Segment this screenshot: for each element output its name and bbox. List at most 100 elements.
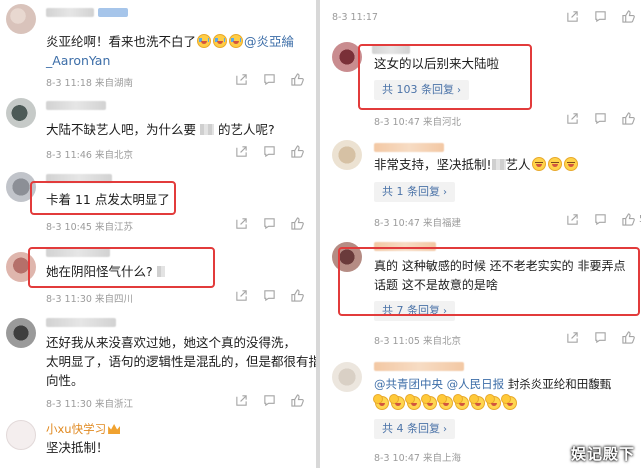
action-bar	[566, 112, 635, 125]
right-comment-panel: 8-3 11:17 这女的以后别来大陆啦 共 103 条回复 › 8-3 10:4…	[320, 0, 641, 468]
view-replies-button[interactable]: 共 4 条回复 ›	[374, 419, 455, 439]
laughing-emoji-icon	[563, 157, 578, 171]
wave-emoji-icon	[373, 394, 389, 410]
like-icon[interactable]	[622, 10, 635, 23]
avatar[interactable]	[6, 318, 36, 348]
crying-emoji-icon	[197, 34, 212, 48]
comment-meta: 8-3 10:45 来自江苏	[46, 222, 133, 233]
share-icon[interactable]	[235, 73, 248, 86]
comment-text: 她在阴阳怪气什么?	[46, 262, 165, 282]
chevron-right-icon: ›	[443, 306, 447, 317]
comment-icon[interactable]	[263, 394, 276, 407]
comment-meta: 8-3 10:47 来自福建	[374, 218, 461, 229]
like-icon[interactable]	[291, 217, 304, 230]
share-icon[interactable]	[235, 289, 248, 302]
comment-icon[interactable]	[594, 331, 607, 344]
wave-emoji-icon	[405, 394, 421, 410]
action-bar	[235, 73, 304, 86]
wave-emoji-icon	[485, 394, 501, 410]
username[interactable]	[374, 242, 436, 251]
comment-text: 还好我从来没喜欢过她，她这个真的没得洗，	[46, 335, 297, 350]
laughing-emoji-icon	[531, 157, 546, 171]
user-badge	[98, 8, 128, 17]
comment-text: 真的 这种敏感的时候 还不老老实实的 非要弄点	[374, 259, 626, 273]
share-icon[interactable]	[566, 213, 579, 226]
comment-meta: 8-3 11:18 来自湖南	[46, 78, 133, 89]
comment-text: 这女的以后别来大陆啦	[374, 56, 500, 71]
avatar[interactable]	[6, 172, 36, 202]
avatar[interactable]	[332, 140, 362, 170]
avatar[interactable]	[332, 362, 362, 392]
username[interactable]	[46, 174, 112, 183]
wave-emoji-icon	[437, 394, 453, 410]
chevron-right-icon: ›	[457, 85, 461, 96]
comment-meta: 8-3 11:30 来自浙江	[46, 399, 133, 410]
comment-text: 向性。	[46, 373, 84, 388]
comment-meta: 8-3 11:05 来自北京	[374, 336, 461, 347]
censored-mark	[156, 266, 165, 277]
comment-meta: 8-3 11:46 来自北京	[46, 150, 133, 161]
mention-link[interactable]: @炎亞綸	[244, 34, 294, 49]
view-replies-button[interactable]: 共 103 条回复 ›	[374, 80, 469, 100]
action-bar	[235, 394, 304, 407]
comment-meta: 8-3 10:47 来自上海	[374, 453, 461, 464]
mention-link[interactable]: @人民日报	[447, 377, 505, 391]
mention-link[interactable]: @共青团中央	[374, 377, 443, 391]
comment-icon[interactable]	[263, 73, 276, 86]
comment-icon[interactable]	[594, 112, 607, 125]
like-icon[interactable]	[291, 394, 304, 407]
view-replies-button[interactable]: 共 1 条回复 ›	[374, 182, 455, 202]
comment-text: 大陆不缺艺人吧，为什么要 的艺人呢?	[46, 122, 275, 137]
username[interactable]: 小xu快学习	[46, 419, 121, 439]
avatar[interactable]	[6, 420, 36, 450]
share-icon[interactable]	[235, 145, 248, 158]
comment-meta: 8-3 11:30 来自四川	[46, 294, 133, 305]
username[interactable]	[374, 143, 444, 152]
comment-text: @共青团中央 @人民日报 封杀炎亚纶和田馥甄	[374, 377, 612, 391]
comment-icon[interactable]	[263, 289, 276, 302]
username[interactable]	[46, 101, 106, 110]
comment-meta: 8-3 11:17	[332, 12, 378, 23]
username[interactable]	[372, 45, 410, 54]
crying-emoji-icon	[229, 34, 244, 48]
avatar[interactable]	[332, 42, 362, 72]
comment-icon[interactable]	[263, 217, 276, 230]
action-bar: 526	[566, 213, 641, 226]
mention-link[interactable]: _AaronYan	[46, 51, 110, 71]
comment-meta: 8-3 10:47 来自河北	[374, 117, 461, 128]
comment-icon[interactable]	[594, 213, 607, 226]
action-bar	[235, 289, 304, 302]
comment-icon[interactable]	[594, 10, 607, 23]
view-replies-button[interactable]: 共 7 条回复 ›	[374, 301, 455, 321]
comment-icon[interactable]	[263, 145, 276, 158]
avatar[interactable]	[6, 252, 36, 282]
share-icon[interactable]	[235, 394, 248, 407]
username[interactable]	[46, 248, 110, 257]
like-icon[interactable]	[291, 289, 304, 302]
censored-name	[491, 159, 506, 170]
share-icon[interactable]	[566, 10, 579, 23]
wave-emoji-icon	[421, 394, 437, 410]
share-icon[interactable]	[566, 331, 579, 344]
avatar[interactable]	[332, 242, 362, 272]
share-icon[interactable]	[235, 217, 248, 230]
wave-emoji-icon	[389, 394, 405, 410]
action-bar	[235, 217, 304, 230]
comment-text: 非常支持，坚决抵制! 艺人	[374, 155, 579, 175]
username[interactable]	[374, 362, 464, 371]
avatar[interactable]	[6, 98, 36, 128]
like-icon[interactable]	[291, 73, 304, 86]
like-icon[interactable]	[622, 112, 635, 125]
watermark: 娱记殿下	[570, 445, 635, 463]
username[interactable]	[46, 8, 94, 17]
share-icon[interactable]	[566, 112, 579, 125]
censored-name	[200, 124, 214, 135]
avatar[interactable]	[6, 4, 36, 34]
like-icon[interactable]	[622, 213, 635, 226]
comment-text: 太明显了，语句的逻辑性是混乱的，但是都很有指	[46, 354, 316, 369]
like-icon[interactable]	[622, 331, 635, 344]
action-bar	[235, 145, 304, 158]
like-icon[interactable]	[291, 145, 304, 158]
username[interactable]	[46, 318, 116, 327]
comment-text: 坚决抵制！	[46, 440, 109, 455]
